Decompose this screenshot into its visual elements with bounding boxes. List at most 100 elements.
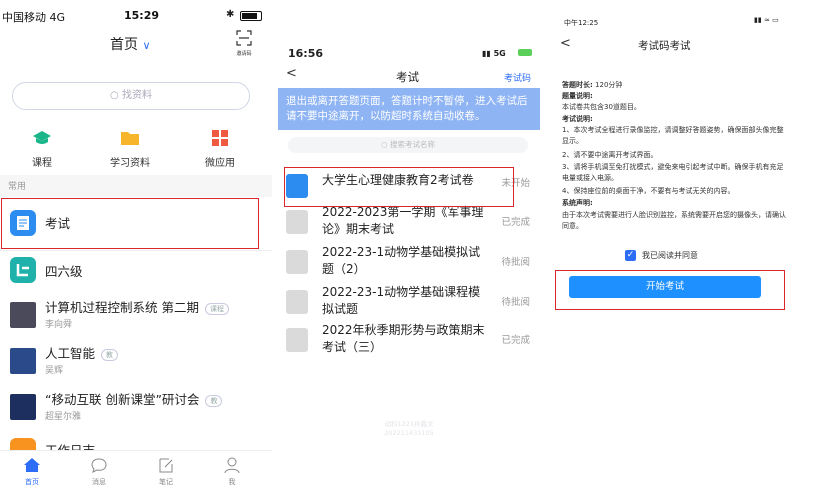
note-edit-icon [159,458,173,473]
exam-status: 已完成 [501,335,530,346]
list-item-title: 四六级 [45,264,83,279]
search-icon: ○ [110,90,119,101]
quick-materials-button[interactable]: 学习资料 [100,130,160,169]
tab-me[interactable]: 我 [220,457,244,487]
exam-item[interactable]: 2022-23-1动物学基础模拟试题（2） 待批阅 [286,242,538,282]
scan-icon [236,30,252,46]
rule-text: 3、请将手机调至免打扰模式，避免来电引起考试中断。确保手机有充足电量或接入电源。 [562,163,784,182]
quick-label: 学习资料 [110,158,150,169]
agree-label: 我已阅读并同意 [642,251,698,260]
home-title[interactable]: 首页 ∨ [110,34,151,54]
rules-label: 考试说明: [562,115,593,123]
exam-item[interactable]: 2022-23-1动物学基础课程模拟试题 待批阅 [286,282,538,322]
rule-text: 4、保持座位前的桌面干净，不要有与考试无关的内容。 [562,187,735,195]
exam-search-input[interactable]: ○ 搜索考试名称 [288,137,528,153]
duration-label: 答题时长: [562,81,593,89]
status-time: 15:29 [124,9,160,22]
chevron-down-icon: ∨ [142,39,151,52]
rule-text: 1、本次考试全程进行录像监控，请调整好答题姿势，确保面部头像完整显示。 [562,126,784,145]
status-time: 16:56 [288,47,324,60]
course-thumbnail-icon [10,348,36,374]
search-placeholder: 找资料 [121,90,152,101]
start-exam-button[interactable]: 开始考试 [569,276,761,298]
quota-label: 题量说明: [562,92,593,100]
tab-label: 消息 [92,478,106,486]
watermark-line: 动科1221孙鑫文 [384,420,434,428]
folder-icon [121,132,139,145]
list-item-course-2[interactable]: 人工智能教 吴辉 [8,336,262,384]
course-tag: 教 [101,348,119,361]
duration-value: 120分钟 [595,81,623,89]
list-item-course-3[interactable]: “移动互联 创新课堂”研讨会教 超星尔雅 [8,382,262,430]
back-icon[interactable]: < [560,36,571,51]
back-icon[interactable]: < [286,66,297,81]
list-item-title: 人工智能 [45,346,96,361]
apps-grid-icon [212,130,228,146]
wifi-icon: ≈ [763,16,770,24]
exam-doc-icon [286,250,308,274]
exam-item[interactable]: 2022年秋季期形势与政策期末考试（三） 已完成 [286,320,538,360]
quick-course-button[interactable]: 课程 [12,130,72,169]
bluetooth-icon: ✱ [226,9,235,20]
watermark: 动科1221孙鑫文 202211431105 [278,420,540,438]
tab-notes[interactable]: 笔记 [154,457,178,487]
section-label: 常用 [8,182,27,192]
section-bar: 常用 [0,175,272,197]
status-carrier: 中国移动 4G [2,11,66,24]
course-thumbnail-icon [10,394,36,420]
graduation-cap-icon [33,131,51,144]
quick-label: 课程 [32,158,52,169]
exam-code-link[interactable]: 考试码 [504,71,531,84]
exam-status: 未开始 [501,178,530,189]
list-item-subtitle: 超星尔雅 [45,412,82,422]
page-title: 考试码考试 [638,40,691,52]
exam-status: 已完成 [501,217,530,228]
right-phone-screen: 中午12:25 ▮▮ ≈ ▭ < 考试码考试 答题时长: 120分钟 题量说明:… [548,0,816,498]
quick-microapp-button[interactable]: 微应用 [190,130,250,169]
exam-doc-icon [286,328,308,352]
list-item-subtitle: 李向舜 [45,320,73,330]
course-tag: 课程 [204,302,229,315]
signal-icon: ▮▮ [754,16,762,24]
battery-icon: ▭ [772,16,779,24]
list-item-worklog[interactable]: 工作日志 [8,430,262,450]
tab-label: 首页 [25,478,39,486]
list-item-title: “移动互联 创新课堂”研讨会 [45,392,200,407]
list-item-course-1[interactable]: 计算机过程控制系统 第二期 课程 李向舜 [8,290,262,338]
quota-text: 本试卷共包含30道题目。 [562,103,641,111]
system-text: 由于本次考试需要进行人脸识别监控，系统需要开启您的摄像头，请确认同意。 [562,211,786,230]
agree-checkbox[interactable]: ✓ 我已阅读并同意 [625,249,745,263]
checkmark-icon: ✓ [625,250,636,261]
tab-label: 笔记 [159,478,173,486]
system-label: 系统声明: [562,199,593,207]
cet-icon [10,257,36,283]
exam-status: 待批阅 [501,257,530,268]
search-icon: ○ [381,140,388,149]
exam-item[interactable]: 2022-2023第一学期《军事理论》期末考试 已完成 [286,202,538,242]
chat-bubble-icon [91,458,107,473]
notice-text: 退出或离开答题页面，答题计时不暂停，进入考试后请不要中途离开，以防超时系统自动收… [286,95,528,122]
start-exam-label: 开始考试 [645,281,684,292]
scan-button[interactable]: 邀请码 [232,30,256,57]
list-item-exam[interactable]: 考试 [8,198,262,246]
tab-messages[interactable]: 消息 [87,457,111,487]
battery-charging-icon [518,49,532,56]
tab-home[interactable]: 首页 [20,457,44,487]
exam-item[interactable]: 大学生心理健康教育2考试卷 未开始 [286,166,538,206]
list-item-title: 工作日志 [45,440,95,450]
user-icon [224,457,240,474]
exam-icon [10,210,36,236]
status-time: 中午12:25 [564,19,599,27]
search-input[interactable]: ○ 找资料 [12,82,250,110]
list-item-title: 计算机过程控制系统 第二期 [45,300,199,315]
course-thumbnail-icon [10,302,36,328]
bottom-tab-bar: 首页 消息 笔记 我 [0,450,272,498]
tab-label: 我 [228,478,236,486]
exam-title: 2022-23-1动物学基础模拟试题（2） [322,245,481,276]
page-title: 考试 [396,70,419,84]
status-network: ▮▮ 5G [482,49,506,58]
exam-doc-icon [286,290,308,314]
list-item-cet[interactable]: 四六级 [8,246,262,294]
middle-phone-screen: 16:56 ▮▮ 5G < 考试 考试码 退出或离开答题页面，答题计时不暂停，进… [278,0,544,498]
left-phone-screen: 中国移动 4G 15:29 ✱ 首页 ∨ 邀请码 ○ 找资料 课程 学习资料 微… [0,0,272,498]
